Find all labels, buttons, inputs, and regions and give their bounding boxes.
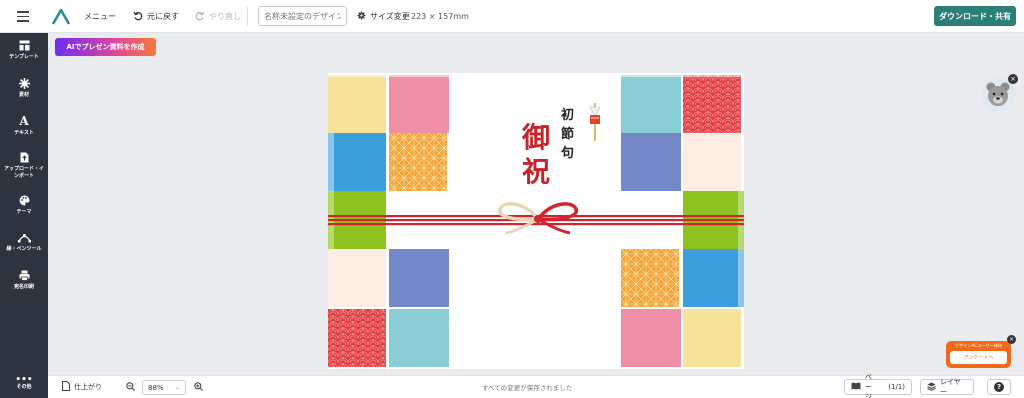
survey-title: デザインACユーザー様向	[954, 343, 1003, 348]
pattern-tile	[683, 249, 738, 307]
sidebar-item-elements[interactable]: 素材	[0, 78, 48, 99]
ai-presentation-button[interactable]: AIでプレゼン資料を作成	[55, 38, 156, 56]
pattern-tile	[328, 309, 386, 367]
sidebar-item-more[interactable]: ••• その他	[0, 375, 48, 391]
page-label: ページ	[865, 373, 872, 398]
undo-button[interactable]: 元に戻す	[133, 0, 179, 33]
pattern-tile	[683, 75, 741, 133]
text-icon: A	[19, 113, 29, 128]
zoom-select[interactable]: 88% ⌄	[142, 380, 186, 395]
printer-icon	[19, 270, 30, 281]
close-survey-icon[interactable]: ×	[1007, 335, 1016, 344]
sidebar-item-label: その他	[16, 384, 32, 390]
undo-icon	[133, 11, 143, 23]
menu-button[interactable]: メニュー	[84, 0, 116, 33]
pattern-tile	[328, 75, 386, 133]
pattern-tile	[389, 133, 447, 191]
pattern-tile	[621, 133, 681, 191]
resize-button[interactable]: サイズ変更	[357, 0, 410, 33]
sidebar-item-label: 素材	[18, 92, 29, 98]
pattern-tile	[738, 249, 744, 307]
layers-icon	[927, 382, 936, 393]
design-title-small: 初節句	[560, 108, 574, 161]
help-icon: ?	[994, 382, 1004, 392]
sidebar-item-label: 線・ペンツール	[6, 246, 42, 252]
upload-icon	[20, 152, 29, 163]
redo-button[interactable]: やり直し	[195, 0, 241, 33]
pen-tool-icon	[17, 232, 31, 243]
pattern-tile	[683, 309, 741, 367]
finish-label: 仕上がり	[74, 383, 102, 391]
design-name-input[interactable]	[258, 6, 347, 26]
design-title-large: 御祝	[521, 121, 550, 188]
pattern-tile	[621, 249, 679, 307]
redo-icon	[195, 11, 205, 23]
zoom-value: 88%	[148, 383, 164, 392]
more-icon: •••	[15, 375, 33, 385]
canvas-dimensions: 223 × 157mm	[411, 12, 469, 21]
mizuhiki-ribbon	[328, 202, 744, 235]
close-mascot-icon[interactable]: ×	[1008, 74, 1018, 84]
download-share-button[interactable]: ダウンロード・共有	[934, 6, 1016, 26]
sidebar-item-theme[interactable]: テーマ	[0, 195, 48, 216]
pattern-tile	[328, 249, 386, 307]
sidebar-item-pen-tool[interactable]: 線・ペンツール	[0, 232, 48, 253]
layer-button[interactable]: レイヤー	[920, 378, 974, 396]
palette-icon	[19, 195, 30, 206]
sidebar: テンプレート 素材 A テキスト アップロード・インポート テーマ 線・ペンツー…	[0, 33, 48, 398]
pattern-tile	[621, 75, 681, 133]
pattern-tile	[621, 309, 681, 367]
app-logo[interactable]	[52, 0, 72, 33]
toolbar-divider	[247, 7, 248, 26]
hamburger-menu-icon[interactable]	[14, 0, 32, 33]
survey-button[interactable]: アンケートへ	[950, 351, 1007, 364]
finish-preview-button[interactable]: 仕上がり	[62, 376, 102, 398]
sidebar-item-label: 宛名印刷	[13, 284, 34, 290]
chevron-down-icon: ⌄	[174, 384, 180, 391]
save-status: すべての変更が保存されました	[482, 384, 573, 392]
zoom-out-button[interactable]	[126, 376, 135, 398]
sidebar-item-template[interactable]: テンプレート	[0, 40, 48, 61]
sidebar-item-upload[interactable]: アップロード・インポート	[0, 152, 48, 179]
redo-label: やり直し	[209, 12, 241, 21]
pattern-tile	[389, 249, 449, 307]
document-icon	[62, 381, 70, 393]
elements-icon	[18, 78, 30, 89]
canvas-edge	[328, 73, 744, 77]
top-bar: メニュー 元に戻す やり直し サイズ変更 223 × 157mm ダウンロード・…	[0, 0, 1024, 33]
zoom-in-button[interactable]	[194, 376, 203, 398]
help-button[interactable]: ?	[987, 379, 1011, 395]
sidebar-item-label: テンプレート	[9, 54, 39, 60]
template-icon	[19, 40, 30, 51]
sidebar-item-text[interactable]: A テキスト	[0, 113, 48, 137]
design-canvas[interactable]: 初節句 御祝	[328, 73, 744, 369]
sidebar-item-label: テキスト	[14, 130, 34, 136]
pattern-tile	[334, 133, 386, 191]
sidebar-item-label: アップロード・インポート	[4, 166, 45, 179]
sidebar-item-label: テーマ	[16, 209, 32, 215]
resize-label: サイズ変更	[370, 12, 410, 21]
pattern-tile	[683, 133, 741, 191]
layer-label: レイヤー	[940, 378, 961, 396]
undo-label: 元に戻す	[147, 12, 179, 21]
hamaya-arrow-icon	[589, 103, 601, 141]
book-icon	[851, 382, 861, 392]
survey-banner: デザインACユーザー様向 アンケートへ	[946, 341, 1011, 368]
sidebar-item-address-print[interactable]: 宛名印刷	[0, 270, 48, 291]
pattern-tile	[389, 309, 449, 367]
page-button[interactable]: ページ (1/1)	[844, 373, 912, 398]
pattern-tile	[389, 75, 449, 133]
gear-icon	[357, 11, 366, 22]
zoom-in-icon	[194, 381, 203, 393]
page-count: (1/1)	[888, 383, 905, 391]
bottom-bar: 仕上がり 88% ⌄ すべての変更が保存されました ページ (1/1) レイヤー…	[48, 373, 1024, 398]
zoom-out-icon	[126, 381, 135, 393]
